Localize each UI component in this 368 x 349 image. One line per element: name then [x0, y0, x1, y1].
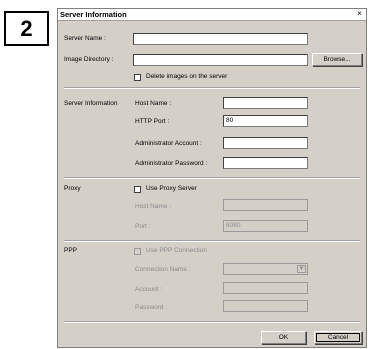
separator — [64, 87, 360, 89]
title-bar: Server Information × — [58, 9, 366, 21]
use-proxy-checkbox[interactable] — [134, 186, 141, 193]
step-number: 2 — [20, 15, 33, 41]
host-name-field[interactable] — [223, 97, 308, 109]
delete-images-label: Delete images on the server — [146, 73, 228, 80]
use-ppp-label: Use PPP Connection — [146, 247, 207, 254]
cancel-button[interactable]: Cancel — [314, 331, 362, 344]
ppp-section-label: PPP — [64, 247, 78, 254]
connection-name-dropdown[interactable]: ▼ — [223, 263, 308, 275]
admin-password-field[interactable] — [223, 157, 308, 169]
admin-account-label: Administrator Account : — [135, 140, 202, 147]
proxy-host-name-field[interactable] — [223, 199, 308, 211]
http-port-label: HTTP Port : — [135, 118, 170, 125]
admin-password-label: Administrator Password : — [135, 160, 208, 167]
server-information-section-label: Server Information — [64, 100, 118, 107]
browse-button[interactable]: Browse... — [312, 53, 362, 66]
ppp-password-label: Password : — [135, 304, 168, 311]
use-proxy-label: Use Proxy Server — [146, 185, 197, 192]
image-directory-field[interactable] — [133, 54, 308, 66]
admin-account-field[interactable] — [223, 137, 308, 149]
ppp-account-field[interactable] — [223, 282, 308, 294]
http-port-field[interactable]: 80 — [223, 115, 308, 127]
chevron-down-icon[interactable]: ▼ — [297, 265, 306, 273]
step-number-badge: 2 — [4, 11, 49, 46]
separator — [64, 321, 360, 323]
server-name-field[interactable] — [133, 33, 308, 45]
proxy-port-field[interactable]: 8080 — [223, 220, 308, 232]
ok-button[interactable]: OK — [261, 331, 306, 344]
use-ppp-checkbox[interactable] — [134, 248, 141, 255]
ppp-account-label: Account : — [135, 286, 163, 293]
proxy-section-label: Proxy — [64, 185, 81, 192]
separator — [64, 177, 360, 179]
server-information-dialog: Server Information × Server Name : Image… — [57, 8, 367, 348]
ppp-password-field[interactable] — [223, 300, 308, 312]
delete-images-checkbox[interactable] — [134, 74, 141, 81]
connection-name-label: Connection Name : — [135, 266, 191, 273]
image-directory-label: Image Directory : — [64, 56, 114, 63]
proxy-port-label: Port : — [135, 223, 151, 230]
separator — [64, 240, 360, 242]
host-name-label: Host Name : — [135, 100, 172, 107]
close-icon[interactable]: × — [355, 10, 364, 18]
server-name-label: Server Name : — [64, 35, 106, 42]
dialog-title: Server Information — [60, 10, 127, 19]
proxy-host-name-label: Host Name : — [135, 203, 172, 210]
